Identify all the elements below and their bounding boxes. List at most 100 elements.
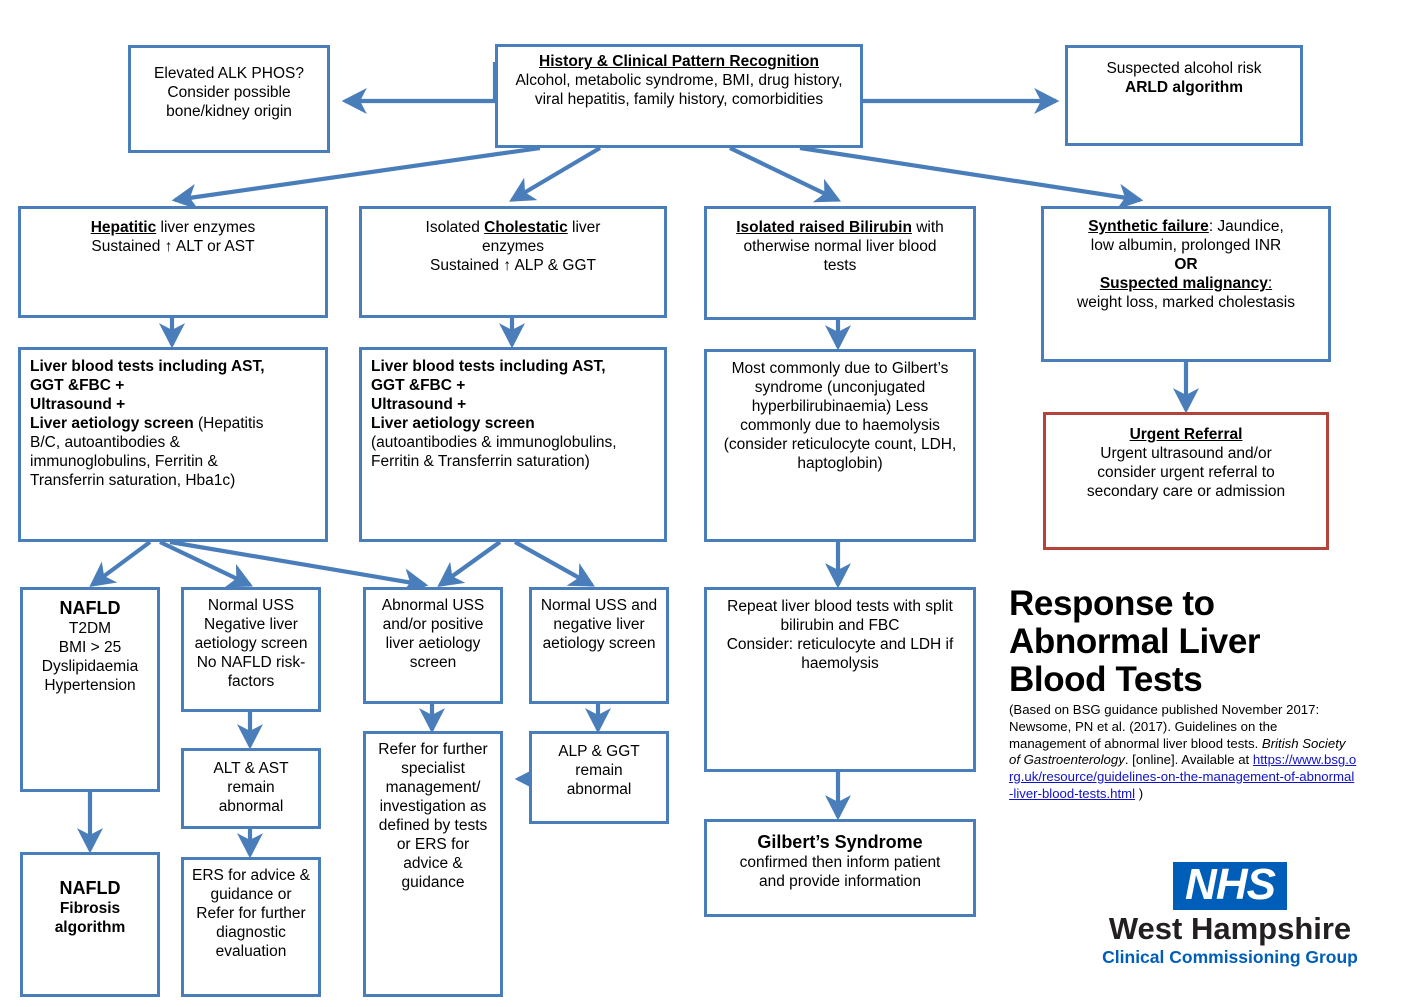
- box-refer-specialist[interactable]: Refer for further specialist management/…: [363, 731, 503, 997]
- nafld-l4: Dyslipidaemia: [41, 658, 139, 676]
- alk-phos-line3: bone/kidney origin: [166, 103, 292, 121]
- box-elevated-alk-phos[interactable]: Elevated ALK PHOS? Consider possible bon…: [128, 45, 330, 153]
- alt-ast-l3: abnormal: [218, 798, 284, 816]
- ref-close-paren: ): [1138, 785, 1144, 801]
- nhs-organisation-name: West Hampshire: [1108, 911, 1352, 946]
- synthetic-heading2-line: Suspected malignancy:: [1052, 274, 1320, 293]
- box-synthetic-failure-malignancy[interactable]: Synthetic failure: Jaundice, low albumin…: [1041, 206, 1331, 362]
- box-liver-blood-tests-cholestatic[interactable]: Liver blood tests including AST, GGT &FB…: [359, 347, 667, 542]
- normal-uss-neg2-body: Normal USS and negative liver aetiology …: [540, 597, 658, 653]
- nhs-wordmark: NHS: [1173, 862, 1287, 910]
- synthetic-failure-heading: Synthetic failure: [1088, 218, 1209, 235]
- box-isolated-raised-bilirubin[interactable]: Isolated raised Bilirubin with otherwise…: [704, 206, 976, 320]
- synthetic-line4: weight loss, marked cholestasis: [1077, 294, 1295, 312]
- box-alt-ast-remain-abnormal[interactable]: ALT & AST remain abnormal: [181, 748, 321, 829]
- alp-ggt-l1: ALP & GGT: [558, 743, 640, 760]
- hepatitic-line2: Sustained ↑ ALT or AST: [91, 238, 255, 256]
- gilbert-syndrome-heading: Gilbert’s Syndrome: [757, 832, 923, 852]
- repeat-lbt-l1: Repeat liver blood tests with split: [727, 598, 953, 615]
- gilbert-syndrome-l2: confirmed then inform patient: [739, 854, 941, 872]
- nafld-fibrosis-l1: NAFLD: [59, 878, 121, 898]
- arld-line2: ARLD algorithm: [1125, 79, 1243, 97]
- box-gilbert-syndrome-confirmed[interactable]: Gilbert’s Syndrome confirmed then inform…: [704, 819, 976, 917]
- nhs-organisation-subtitle: Clinical Commissioning Group: [1102, 946, 1358, 967]
- box-cholestatic-liver-enzymes[interactable]: Isolated Cholestatic liver enzymes Susta…: [359, 206, 667, 318]
- box-ers-advice-guidance[interactable]: ERS for advice & guidance or Refer for f…: [181, 857, 321, 997]
- bilirubin-line3: tests: [823, 257, 857, 275]
- box-nafld-fibrosis-algorithm[interactable]: NAFLD Fibrosis algorithm: [20, 852, 160, 997]
- lbt-hep-l4-rest: (Hepatitis: [193, 415, 264, 433]
- lbt-hep-l5: B/C, autoantibodies &: [30, 434, 180, 452]
- nafld-l3: BMI > 25: [58, 639, 122, 657]
- bilirubin-heading-rest: with: [911, 219, 944, 236]
- hepatitic-heading: Hepatitic: [90, 219, 157, 236]
- lbt-hep-l4-bold: Liver aetiology screen: [30, 415, 194, 433]
- reference-citation: (Based on BSG guidance published Novembe…: [1009, 702, 1357, 802]
- ref-line1: (Based on BSG guidance published Novembe…: [1009, 702, 1320, 718]
- lbt-chol-l2: GGT &FBC +: [371, 377, 466, 395]
- box-repeat-liver-blood-tests[interactable]: Repeat liver blood tests with split bili…: [704, 587, 976, 772]
- cholestatic-prefix: Isolated: [425, 219, 485, 236]
- page-title: Response to Abnormal Liver Blood Tests: [1009, 584, 1261, 699]
- suspected-malignancy-heading: Suspected malignancy: [1099, 275, 1268, 293]
- flowchart-canvas: Elevated ALK PHOS? Consider possible bon…: [0, 0, 1418, 1007]
- urgent-referral-line3: consider urgent referral to: [1097, 464, 1275, 482]
- alk-phos-line2: Consider possible: [167, 84, 291, 102]
- alt-ast-l1: ALT & AST: [213, 760, 289, 777]
- box-history-clinical-pattern[interactable]: History & Clinical Pattern Recognition A…: [495, 44, 863, 148]
- abnormal-uss-body: Abnormal USS and/or positive liver aetio…: [381, 597, 485, 672]
- box-nafld-risk-factors[interactable]: NAFLD T2DM BMI > 25 Dyslipidaemia Hypert…: [20, 587, 160, 792]
- box-hepatitic-liver-enzymes[interactable]: Hepatitic liver enzymes Sustained ↑ ALT …: [18, 206, 328, 318]
- box-liver-blood-tests-hepatitic[interactable]: Liver blood tests including AST, GGT &FB…: [18, 347, 328, 542]
- cholestatic-heading-rest: liver: [567, 219, 601, 236]
- box-normal-uss-negative-screen[interactable]: Normal USS and negative liver aetiology …: [529, 587, 669, 704]
- ref-line2: Newsome, PN et al. (2017). Guidelines on…: [1009, 719, 1278, 751]
- nafld-fibrosis-l2: Fibrosis: [59, 900, 121, 918]
- lbt-hep-l4: Liver aetiology screen (Hepatitis: [30, 414, 316, 433]
- lbt-chol-l6: Ferritin & Transferrin saturation): [371, 453, 590, 471]
- nhs-logo: NHS West Hampshire Clinical Commissionin…: [1100, 862, 1360, 967]
- cholestatic-line3: Sustained ↑ ALP & GGT: [430, 257, 596, 275]
- cholestatic-heading-line: Isolated Cholestatic liver: [370, 218, 656, 237]
- repeat-lbt-l4: haemolysis: [801, 655, 879, 673]
- nafld-fibrosis-l3: algorithm: [54, 919, 126, 937]
- box-gilbert-cause[interactable]: Most commonly due to Gilbert’s syndrome …: [704, 349, 976, 542]
- lbt-hep-l6: immunoglobulins, Ferritin &: [30, 453, 218, 471]
- normal-uss-neg-body: Normal USS Negative liver aetiology scre…: [194, 597, 308, 691]
- box-normal-uss-no-nafld-risk[interactable]: Normal USS Negative liver aetiology scre…: [181, 587, 321, 712]
- urgent-referral-line4: secondary care or admission: [1086, 483, 1286, 501]
- lbt-chol-l1: Liver blood tests including AST,: [371, 358, 606, 375]
- suspected-malignancy-rest: :: [1267, 275, 1273, 293]
- gilbert-cause-body: Most commonly due to Gilbert’s syndrome …: [723, 360, 957, 473]
- bilirubin-heading-line: Isolated raised Bilirubin with: [715, 218, 965, 237]
- cholestatic-line2: enzymes: [481, 238, 545, 256]
- repeat-lbt-l3: Consider: reticulocyte and LDH if: [726, 636, 954, 654]
- nafld-l5: Hypertension: [44, 677, 136, 695]
- alt-ast-l2: remain: [227, 779, 275, 797]
- lbt-hep-l3: Ultrasound +: [30, 396, 126, 414]
- nafld-l2: T2DM: [68, 620, 112, 638]
- nafld-heading: NAFLD: [59, 598, 121, 618]
- lbt-chol-l5: (autoantibodies & immunoglobulins,: [371, 434, 617, 452]
- hepatitic-heading-line: Hepatitic liver enzymes: [29, 218, 317, 237]
- box-alp-ggt-remain-abnormal[interactable]: ALP & GGT remain abnormal: [529, 731, 669, 824]
- bilirubin-heading: Isolated raised Bilirubin: [736, 219, 912, 236]
- alp-ggt-l2: remain: [575, 762, 623, 780]
- lbt-chol-l4: Liver aetiology screen: [371, 415, 535, 433]
- refer-specialist-body: Refer for further specialist management/…: [378, 741, 488, 892]
- synthetic-line2: low albumin, prolonged INR: [1090, 237, 1282, 255]
- box-suspected-alcohol-arld[interactable]: Suspected alcohol risk ARLD algorithm: [1065, 45, 1303, 146]
- box-abnormal-uss-positive-screen[interactable]: Abnormal USS and/or positive liver aetio…: [363, 587, 503, 704]
- lbt-hep-l2: GGT &FBC +: [30, 377, 125, 395]
- alk-phos-line1: Elevated ALK PHOS?: [154, 65, 304, 82]
- synthetic-or-label: OR: [1174, 256, 1198, 274]
- history-body: Alcohol, metabolic syndrome, BMI, drug h…: [515, 72, 843, 109]
- box-urgent-referral[interactable]: Urgent Referral Urgent ultrasound and/or…: [1043, 412, 1329, 550]
- urgent-referral-heading: Urgent Referral: [1129, 426, 1243, 443]
- title-block: Response to Abnormal Liver Blood Tests (…: [1009, 585, 1357, 802]
- gilbert-syndrome-l3: and provide information: [759, 873, 921, 891]
- lbt-hep-l1: Liver blood tests including AST,: [30, 358, 265, 375]
- arld-line1: Suspected alcohol risk: [1106, 60, 1262, 77]
- hepatitic-heading-rest: liver enzymes: [156, 219, 256, 236]
- lbt-chol-l3: Ultrasound +: [371, 396, 467, 414]
